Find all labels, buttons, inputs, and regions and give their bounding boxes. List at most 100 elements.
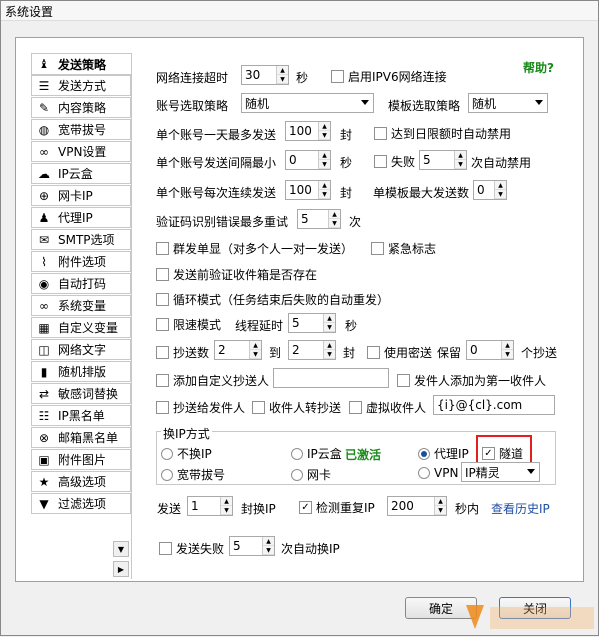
cc-to-spinner[interactable]: 2 ▲ ▼: [288, 340, 336, 360]
thread-delay-spinner[interactable]: 5 ▲ ▼: [288, 313, 336, 333]
sidebar-item-send-method[interactable]: ☰ 发送方式: [31, 75, 131, 96]
sidebar-item-custom-vars[interactable]: ▦ 自定义变量: [31, 317, 131, 338]
activated-status: 已激活: [345, 448, 382, 462]
sidebar-item-vpn[interactable]: ∞ VPN设置: [31, 141, 131, 162]
virtual-recipient-checkbox[interactable]: 虚拟收件人: [349, 399, 426, 416]
keep-label: 保留: [437, 346, 462, 360]
user-icon: ♟: [38, 210, 50, 225]
captcha-label: 验证码识别错误最多重试: [156, 215, 289, 229]
check-dup-checkbox[interactable]: ✓ 检测重复IP: [299, 499, 375, 516]
globe-icon: ◍: [38, 122, 50, 137]
cc-from-spinner[interactable]: 2 ▲ ▼: [214, 340, 262, 360]
loop-mode-checkbox[interactable]: 循环模式（任务结束后失败的自动重发）: [156, 291, 389, 308]
cc-to-label: 到: [269, 346, 282, 360]
send-count-spinner[interactable]: 1 ▲ ▼: [187, 496, 233, 516]
fail-count-spinner[interactable]: 5 ▲ ▼: [419, 150, 467, 170]
sidebar-item-label: IP黑名单: [58, 409, 105, 423]
send-fail-checkbox[interactable]: 发送失败: [159, 540, 224, 557]
fail-disable-checkbox[interactable]: 失败: [374, 153, 415, 170]
daily-limit-checkbox[interactable]: 达到日限额时自动禁用: [374, 125, 511, 142]
sidebar-item-ip-blacklist[interactable]: ☷ IP黑名单: [31, 405, 131, 426]
ip-broadband-radio[interactable]: 宽带拔号: [161, 466, 225, 483]
sidebar-item-sensitive-words[interactable]: ⇄ 敏感词替换: [31, 383, 131, 404]
highlight-box: [476, 435, 532, 464]
interval-spinner[interactable]: 0 ▲ ▼: [285, 150, 331, 170]
urgent-checkbox[interactable]: 紧急标志: [371, 240, 436, 257]
sidebar-item-label: 网卡IP: [58, 189, 93, 203]
sidebar-item-label: 内容策略: [58, 101, 107, 115]
send-fail-spinner[interactable]: 5 ▲ ▼: [229, 536, 275, 556]
sidebar-item-label: 发送方式: [58, 79, 107, 93]
sidebar-item-random-layout[interactable]: ▮ 随机排版: [31, 361, 131, 382]
custom-cc-checkbox[interactable]: 添加自定义抄送人: [156, 372, 269, 389]
filter-icon: ▼: [39, 496, 49, 511]
sender-first-checkbox[interactable]: 发件人添加为第一收件人: [397, 372, 546, 389]
history-ip-link[interactable]: 查看历史IP: [491, 500, 550, 517]
sidebar-item-send-strategy[interactable]: ♝ 发送策略: [31, 53, 131, 75]
sidebar-item-label: SMTP选项: [58, 233, 115, 247]
ip-proxy-radio[interactable]: 代理IP: [418, 445, 469, 462]
virtual-recipient-input[interactable]: {i}@{cl}.com: [433, 395, 555, 415]
shuffle-icon: ⇄: [38, 386, 50, 401]
seconds-within: 秒内: [455, 502, 480, 516]
group-single-checkbox[interactable]: 群发单显（对多个人一对一发送）: [156, 240, 353, 257]
ip-nic-radio[interactable]: 网卡: [291, 466, 331, 483]
paperclip-icon: ⌇: [41, 254, 47, 269]
template-max-spinner[interactable]: 0 ▲ ▼: [473, 180, 507, 200]
sidebar-item-broadband[interactable]: ◍ 宽带拔号: [31, 119, 131, 140]
link-icon: ∞: [39, 144, 49, 159]
template-strategy-label: 模板选取策略: [388, 99, 461, 113]
cc-sender-checkbox[interactable]: 抄送给发件人: [156, 399, 245, 416]
sidebar-item-filter[interactable]: ▼ 过滤选项: [31, 493, 131, 514]
sidebar-item-captcha[interactable]: ◉ 自动打码: [31, 273, 131, 294]
custom-cc-input[interactable]: [273, 368, 389, 388]
sidebar-item-proxy-ip[interactable]: ♟ 代理IP: [31, 207, 131, 228]
sidebar-item-web-text[interactable]: ◫ 网络文字: [31, 339, 131, 360]
sidebar-item-label: 系统变量: [58, 299, 107, 313]
captcha-spinner[interactable]: 5 ▲ ▼: [297, 209, 341, 229]
sidebar-item-system-vars[interactable]: ∞ 系统变量: [31, 295, 131, 316]
sidebar-item-attachment[interactable]: ⌇ 附件选项: [31, 251, 131, 272]
sidebar-item-attachment-image[interactable]: ▣ 附件图片: [31, 449, 131, 470]
account-strategy-select[interactable]: 随机: [241, 93, 374, 113]
block-icon: ⊗: [38, 430, 50, 445]
verify-inbox-checkbox[interactable]: 发送前验证收件箱是否存在: [156, 266, 317, 283]
infinity-icon: ∞: [39, 298, 49, 313]
list-icon: ☰: [38, 78, 50, 93]
sidebar-item-smtp[interactable]: ✉ SMTP选项: [31, 229, 131, 250]
scroll-right-button[interactable]: ▶: [113, 561, 129, 577]
max-per-day-spinner[interactable]: 100 ▲ ▼: [285, 121, 331, 141]
check-dup-spinner[interactable]: 200 ▲ ▼: [387, 496, 447, 516]
speed-limit-checkbox[interactable]: 限速模式: [156, 316, 221, 333]
recipient-forward-checkbox[interactable]: 收件人转抄送: [252, 399, 341, 416]
sidebar-item-label: IP云盒: [58, 167, 93, 181]
timeout-label: 网络连接超时: [156, 71, 229, 85]
sidebar-item-advanced[interactable]: ★ 高级选项: [31, 471, 131, 492]
sidebar-item-ip-cloud[interactable]: ☁ IP云盒: [31, 163, 131, 184]
send-label: 发送: [157, 502, 182, 516]
help-link[interactable]: 帮助?: [523, 59, 554, 76]
switch-ip-label: 封换IP: [241, 502, 276, 516]
bcc-checkbox[interactable]: 使用密送: [367, 344, 432, 361]
timeout-unit: 秒: [296, 71, 309, 85]
book-icon: ◫: [38, 342, 50, 357]
sidebar-item-label: VPN设置: [58, 145, 107, 159]
sidebar-item-mail-blacklist[interactable]: ⊗ 邮箱黑名单: [31, 427, 131, 448]
consecutive-spinner[interactable]: 100 ▲ ▼: [285, 180, 331, 200]
ip-none-radio[interactable]: 不换IP: [161, 445, 212, 462]
scroll-down-button[interactable]: ▼: [113, 541, 129, 557]
ip-vpn-radio[interactable]: VPN: [418, 466, 458, 480]
timeout-spinner[interactable]: 30 ▲ ▼: [241, 65, 289, 85]
keep-spinner[interactable]: 0 ▲ ▼: [466, 340, 514, 360]
sidebar-item-label: 自定义变量: [58, 321, 119, 335]
ipv6-checkbox[interactable]: 启用IPV6网络连接: [331, 68, 447, 85]
sidebar-item-nic-ip[interactable]: ⊕ 网卡IP: [31, 185, 131, 206]
template-strategy-select[interactable]: 随机: [468, 93, 548, 113]
vpn-select[interactable]: IP精灵: [461, 462, 540, 482]
cc-count-checkbox[interactable]: 抄送数: [156, 344, 209, 361]
sidebar-item-content-strategy[interactable]: ✎ 内容策略: [31, 97, 131, 118]
ip-cloudbox-radio[interactable]: IP云盒: [291, 445, 342, 462]
phone-icon: ▮: [40, 364, 48, 379]
ip-mode-title: 换IP方式: [161, 425, 212, 442]
send-fail-suffix: 次自动换IP: [281, 542, 340, 556]
